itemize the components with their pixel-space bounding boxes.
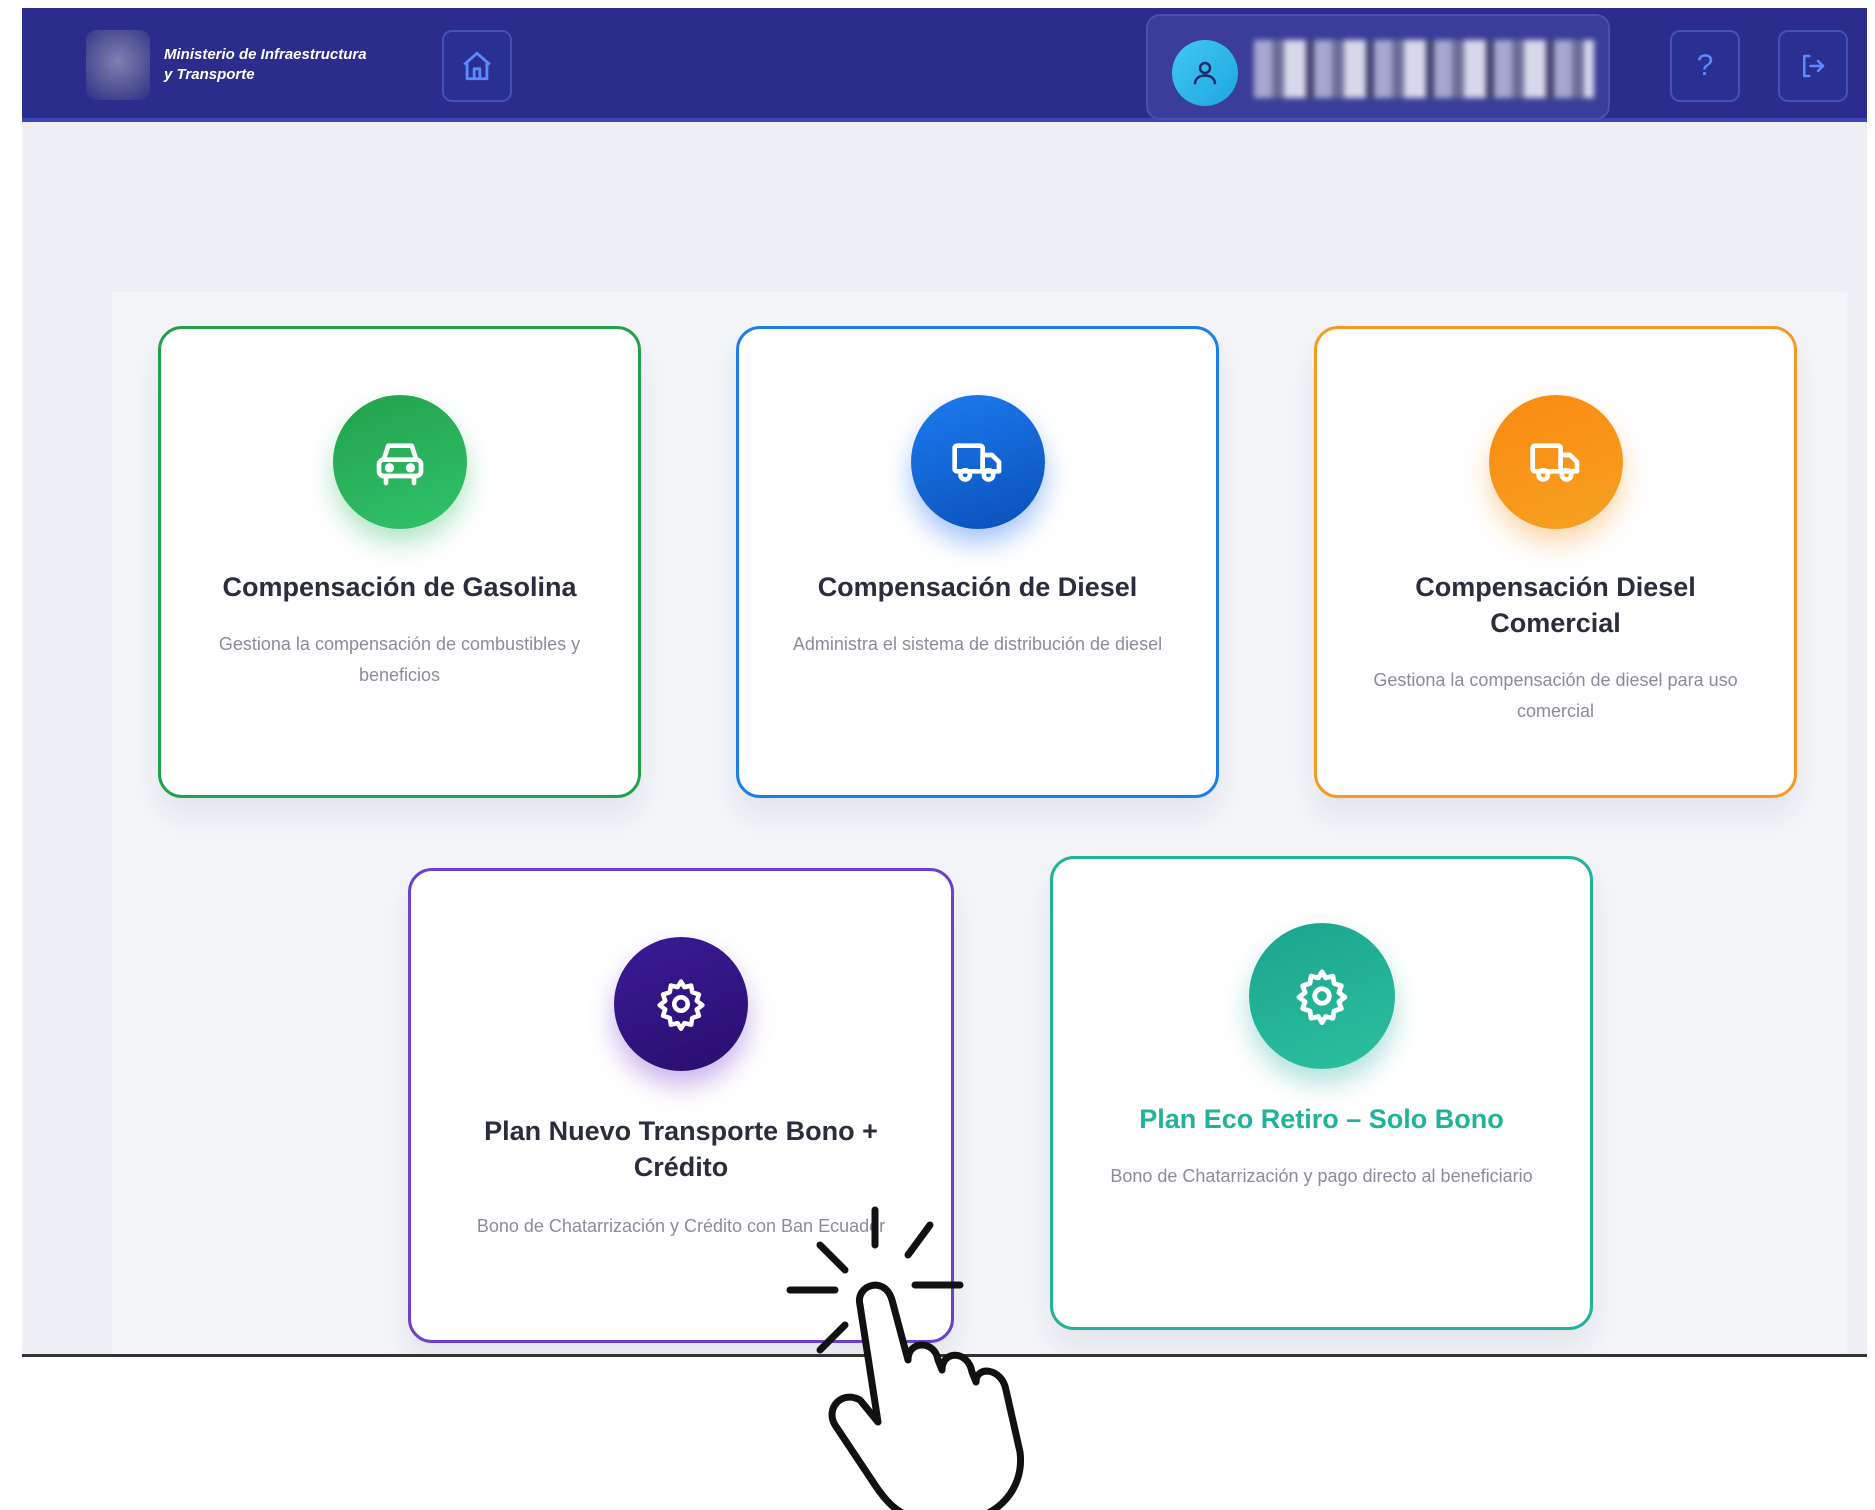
card-title: Plan Nuevo Transporte Bono + Crédito bbox=[484, 1116, 878, 1182]
help-icon: ? bbox=[1696, 49, 1714, 82]
logo-text-line2: y Transporte bbox=[164, 66, 255, 83]
card-gasolina[interactable]: Compensación de Gasolina Gestiona la com… bbox=[158, 326, 641, 798]
help-button[interactable]: ? bbox=[1670, 30, 1740, 102]
truck-icon bbox=[951, 443, 1001, 482]
truck-icon bbox=[1529, 443, 1579, 482]
gear-icon bbox=[657, 979, 705, 1031]
ministry-logo[interactable]: Ministerio de Infraestructura y Transpor… bbox=[86, 30, 414, 100]
card-title: Plan Eco Retiro – Solo Bono bbox=[1139, 1104, 1504, 1134]
card-description: Gestiona la compensación de diesel para … bbox=[1373, 670, 1738, 721]
card-icon-circle bbox=[1248, 923, 1395, 1069]
card-description: Administra el sistema de distribución de… bbox=[792, 634, 1163, 654]
ecuador-emblem-icon bbox=[86, 30, 150, 100]
card-icon-circle bbox=[614, 937, 748, 1071]
car-icon bbox=[376, 443, 423, 486]
user-name-redacted bbox=[1254, 40, 1594, 98]
user-icon bbox=[1193, 61, 1217, 85]
card-title: Compensación Diesel Comercial bbox=[1415, 572, 1696, 638]
gear-icon bbox=[1296, 969, 1347, 1025]
click-hand-pointer-icon bbox=[786, 1206, 1025, 1510]
card-description: Bono de Chatarrización y pago directo al… bbox=[1110, 1166, 1533, 1186]
card-description: Gestiona la compensación de combustibles… bbox=[218, 634, 581, 685]
card-title: Compensación de Diesel bbox=[817, 572, 1138, 602]
top-navbar: Ministerio de Infraestructura y Transpor… bbox=[22, 8, 1867, 122]
card-icon-circle bbox=[910, 395, 1045, 529]
card-diesel-comercial[interactable]: Compensación Diesel Comercial Gestiona l… bbox=[1314, 326, 1797, 798]
logo-text: Ministerio de Infraestructura y Transpor… bbox=[164, 45, 414, 85]
logo-text-line1: Ministerio de Infraestructura bbox=[164, 46, 367, 63]
card-title: Compensación de Gasolina bbox=[222, 572, 577, 602]
user-profile-box[interactable] bbox=[1146, 14, 1610, 120]
home-button[interactable] bbox=[442, 30, 512, 102]
card-plan-eco-retiro[interactable]: Plan Eco Retiro – Solo Bono Bono de Chat… bbox=[1050, 856, 1593, 1330]
logout-icon bbox=[1803, 54, 1825, 78]
app-screen: Ministerio de Infraestructura y Transpor… bbox=[22, 8, 1867, 1356]
card-icon-circle bbox=[1488, 395, 1623, 529]
card-diesel[interactable]: Compensación de Diesel Administra el sis… bbox=[736, 326, 1219, 798]
logout-button[interactable] bbox=[1778, 30, 1848, 102]
user-avatar bbox=[1172, 40, 1238, 106]
card-icon-circle bbox=[332, 395, 467, 529]
home-icon bbox=[463, 51, 491, 81]
